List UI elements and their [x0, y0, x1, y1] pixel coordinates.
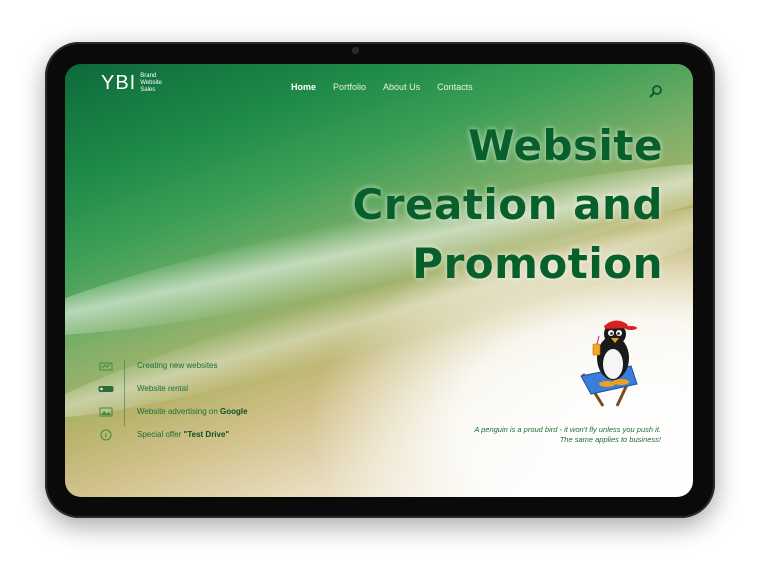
- feature-text: Special offer "Test Drive": [137, 430, 230, 439]
- website-screen: YBI Brand Website Sales Home Portfolio A…: [65, 64, 693, 497]
- features-list: Creating new websites Website rental Web…: [98, 354, 358, 446]
- advertising-icon: [98, 406, 114, 418]
- feature-text: Website advertising on Google: [137, 407, 248, 416]
- website-creation-icon: [98, 360, 114, 372]
- feature-item[interactable]: Creating new websites: [98, 354, 358, 377]
- feature-text: Website rental: [137, 384, 188, 393]
- hero-line-1: Website: [468, 121, 663, 170]
- main-nav: Home Portfolio About Us Contacts: [291, 82, 473, 92]
- feature-text: Creating new websites: [137, 361, 218, 370]
- camera-icon: [353, 48, 358, 53]
- feature-item[interactable]: Website advertising on Google: [98, 400, 358, 423]
- offer-icon: $: [98, 429, 114, 441]
- penguin-quote: A penguin is a proud bird - it won't fly…: [401, 425, 661, 445]
- rental-icon: [98, 383, 114, 395]
- nav-home[interactable]: Home: [291, 82, 316, 92]
- logo-mark: YBI: [101, 72, 137, 94]
- feature-item[interactable]: Website rental: [98, 377, 358, 400]
- page: YBI Brand Website Sales Home Portfolio A…: [0, 0, 758, 561]
- nav-about-us[interactable]: About Us: [383, 82, 420, 92]
- nav-contacts[interactable]: Contacts: [437, 82, 473, 92]
- svg-text:$: $: [104, 433, 107, 439]
- tablet-frame: YBI Brand Website Sales Home Portfolio A…: [45, 42, 715, 518]
- penguin-illustration: [580, 320, 638, 407]
- quote-line-1: A penguin is a proud bird - it won't fly…: [474, 425, 661, 434]
- logo-tagline: Brand Website Sales: [140, 73, 162, 93]
- hero-heading: Website Creation and Promotion: [303, 116, 663, 293]
- search-icon[interactable]: [649, 84, 663, 98]
- site-logo[interactable]: YBI Brand Website Sales: [101, 72, 170, 95]
- feature-item[interactable]: $ Special offer "Test Drive": [98, 423, 358, 446]
- quote-line-2: The same applies to business!: [559, 435, 661, 444]
- nav-portfolio[interactable]: Portfolio: [333, 82, 366, 92]
- hero-line-3: Promotion: [412, 239, 663, 288]
- hero-line-2: Creation and: [352, 180, 663, 229]
